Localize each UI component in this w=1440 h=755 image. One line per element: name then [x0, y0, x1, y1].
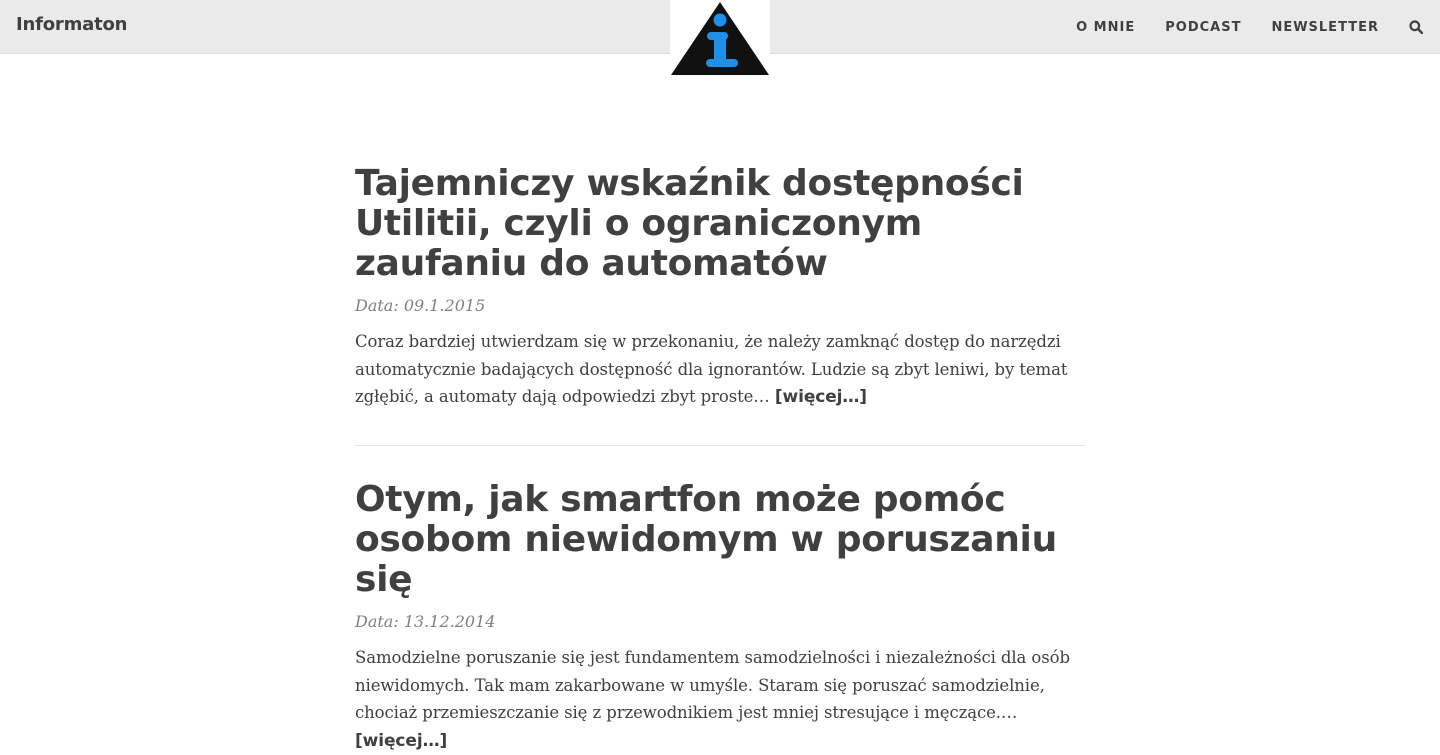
information-triangle-icon: [671, 2, 769, 75]
post-title: Tajemniczy wskaźnik dostępności Utilitii…: [355, 164, 1085, 284]
post-preview: Tajemniczy wskaźnik dostępności Utilitii…: [355, 164, 1085, 412]
nav-item-newsletter[interactable]: NEWSLETTER: [1271, 20, 1379, 35]
search-icon: [1409, 20, 1423, 34]
post-excerpt: Coraz bardziej utwierdzam się w przekona…: [355, 328, 1085, 412]
site-logo[interactable]: [670, 0, 770, 76]
post-divider: [355, 445, 1085, 446]
post-excerpt-text: Coraz bardziej utwierdzam się w przekona…: [355, 332, 1068, 406]
post-excerpt-text: Samodzielne poruszanie się jest fundamen…: [355, 648, 1070, 722]
post-date: Data: 13.12.2014: [355, 612, 496, 631]
read-more-link[interactable]: [więcej…]: [355, 731, 447, 751]
post-title-link[interactable]: Otym, jak smartfon może pomóc osobom nie…: [355, 479, 1057, 600]
site-brand-link[interactable]: Informaton: [16, 14, 127, 35]
nav-item-podcast[interactable]: PODCAST: [1165, 20, 1241, 35]
top-navbar: Informaton O MNIE PODCAST NEWSLETTER: [0, 0, 1440, 76]
search-button[interactable]: [1409, 20, 1423, 34]
post-title-link[interactable]: Tajemniczy wskaźnik dostępności Utilitii…: [355, 163, 1024, 284]
post-preview: Otym, jak smartfon może pomóc osobom nie…: [355, 480, 1085, 755]
read-more-link[interactable]: [więcej…]: [775, 387, 867, 407]
main-nav: O MNIE PODCAST NEWSLETTER: [1076, 0, 1440, 54]
post-title: Otym, jak smartfon może pomóc osobom nie…: [355, 480, 1085, 600]
post-date: Data: 09.1.2015: [355, 296, 486, 315]
post-excerpt: Samodzielne poruszanie się jest fundamen…: [355, 644, 1085, 755]
nav-item-o-mnie[interactable]: O MNIE: [1076, 20, 1135, 35]
